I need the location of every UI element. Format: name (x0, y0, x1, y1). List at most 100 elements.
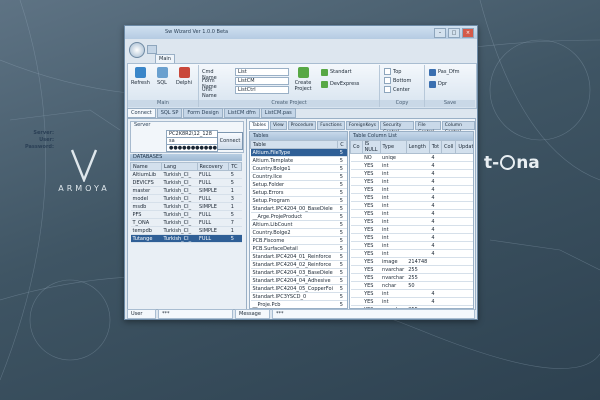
column-row-cell: int (380, 217, 407, 226)
database-row[interactable]: msdb Turkish_CI_ SIMPLE 1 (130, 202, 242, 211)
column-row-cell (350, 249, 363, 258)
table-row[interactable]: Altium.LibCount 5 (250, 220, 347, 229)
tab-view[interactable]: View (269, 121, 287, 130)
column-row[interactable]: YES int 4 (350, 249, 473, 258)
table-row[interactable]: Standart.IPC4204_03_BaseDiele 5 (250, 268, 347, 277)
table-row[interactable]: Country.Bolge1 5 (250, 164, 347, 173)
table-row-cell: Altium.Template (250, 156, 338, 165)
bottom-checkbox[interactable]: Bottom (384, 77, 411, 84)
table-row-cell: Setup.Program (250, 196, 338, 205)
column-row[interactable]: YESnvarchar255 (350, 265, 473, 274)
tab-listcm-dfm[interactable]: ListCM dfm (223, 108, 260, 118)
column-row-cell (441, 233, 456, 242)
tab-column-control[interactable]: Column Control (441, 121, 475, 135)
column-row[interactable]: YES int 4 (350, 297, 473, 306)
cmd-name-input[interactable]: List (235, 68, 289, 76)
column-row[interactable]: YES int 4 (350, 201, 473, 210)
quick-access-icon[interactable] (147, 45, 157, 54)
table-row[interactable]: Standart.IPC4204_04_Adhesive 5 (250, 276, 347, 285)
database-row[interactable]: PFS Turkish_CI_ FULL 5 (130, 210, 242, 219)
tab-sql-sp[interactable]: SQL SP (156, 108, 183, 118)
column-row[interactable]: YES int 4 (350, 193, 473, 202)
form-name-input[interactable]: ListCM (235, 77, 289, 85)
database-row[interactable]: Tutange Turkish_CI_ FULL 5 (130, 234, 242, 243)
table-row[interactable]: Standart.IPC4204_05_CopperFoi 5 (250, 284, 347, 293)
table-row[interactable]: Standart.IPC3YSCD_0 5 (250, 292, 347, 301)
table-row[interactable]: Setup.Folder 5 (250, 180, 347, 189)
column-row[interactable]: YES int 4 (350, 233, 473, 242)
table-row[interactable]: PCB.SurfaceDetail 5 (250, 244, 347, 253)
minimize-button[interactable]: – (434, 28, 446, 38)
table-row[interactable]: __Proje.Pcb 5 (250, 300, 347, 308)
column-row[interactable]: YES int 4 (350, 217, 473, 226)
create-project-button[interactable]: Create Project (291, 67, 315, 92)
standart-option[interactable]: Standart (321, 68, 352, 76)
table-row[interactable]: Standart.IPC4204_01_Reinforce 5 (250, 252, 347, 261)
sql-button[interactable]: SQL (153, 67, 171, 86)
column-row-cell: 50 (406, 281, 430, 290)
column-row[interactable]: YESnvarchar255 (350, 273, 473, 282)
table-row-cell: 5 (337, 268, 347, 277)
delphi-button[interactable]: Delphi (175, 67, 193, 86)
tab-listcm-pas[interactable]: ListCM.pas (260, 108, 296, 118)
pas-dfm-button[interactable]: Pas_Dfm (429, 68, 459, 76)
database-row[interactable]: master Turkish_CI_ SIMPLE 1 (130, 186, 242, 195)
tab-functions[interactable]: Functions (317, 121, 345, 130)
table-row-cell: Setup.Errors (250, 188, 338, 197)
column-row[interactable]: YES int 4 (350, 177, 473, 186)
refresh-button[interactable]: Refresh (131, 67, 150, 86)
table-row-cell: Standart.IPC4204_04_Adhesive (250, 276, 338, 285)
table-row[interactable]: Standart.IPC4204_02_Reinforce 5 (250, 260, 347, 269)
column-row-cell (455, 217, 473, 226)
devexpress-option[interactable]: DevExpress (321, 80, 359, 88)
dpr-button[interactable]: Dpr (429, 80, 447, 88)
database-row[interactable]: T_ONA Turkish_CI_ FULL 7 (130, 218, 242, 227)
column-row-cell (455, 249, 473, 258)
app-menu-orb[interactable] (129, 42, 145, 58)
database-row[interactable]: DEVICFS Turkish_CI_ FULL 5 (130, 178, 242, 187)
unit-name-input[interactable]: ListCtrl (235, 86, 289, 94)
tab-tables[interactable]: Tables (249, 121, 269, 130)
table-row[interactable]: PCB.Fiscome 5 (250, 236, 347, 245)
database-row[interactable]: tempdb Turkish_CI_ SIMPLE 1 (130, 226, 242, 235)
column-row[interactable]: YES int 4 (350, 225, 473, 234)
close-button[interactable]: × (462, 28, 474, 38)
table-row[interactable]: Setup.Errors 5 (250, 188, 347, 197)
column-row[interactable]: YES image 214748 (350, 257, 473, 266)
table-row[interactable]: Country.Ilce 5 (250, 172, 347, 181)
table-row[interactable]: __Arge.ProjeProduct 5 (250, 212, 347, 221)
center-checkbox[interactable]: Center (384, 86, 410, 93)
tab-file-control[interactable]: File Control (415, 121, 441, 135)
top-checkbox[interactable]: Top (384, 68, 401, 75)
column-row[interactable]: YES int 4 (350, 169, 473, 178)
table-row-cell: 5 (337, 196, 347, 205)
column-row[interactable]: YES int 4 (350, 161, 473, 170)
column-row[interactable]: NO uniqe 4 (350, 153, 473, 162)
tab-connect[interactable]: Connect (127, 108, 156, 118)
table-row[interactable]: Altium.Template 5 (250, 156, 347, 165)
connect-button[interactable]: Connect (217, 132, 243, 150)
tab-foreign-keys[interactable]: ForeignKeys (345, 121, 379, 130)
tab-form-design[interactable]: Form Design (183, 108, 223, 118)
column-row-cell (350, 289, 363, 298)
table-row-cell: 5 (337, 236, 347, 245)
tab-security-control[interactable]: Security Control (379, 121, 415, 135)
database-row[interactable]: AltiumLib Turkish_CI_ FULL 5 (130, 170, 242, 179)
column-row[interactable]: YES nchar 50 (350, 281, 473, 290)
password-input[interactable]: ●●●●●●●●●●● (166, 144, 218, 152)
column-row[interactable]: YES int 4 (350, 209, 473, 218)
table-row[interactable]: Setup.Program 5 (250, 196, 347, 205)
tab-procedure[interactable]: Procedure (287, 121, 317, 130)
status-bar: User *** Message *** (127, 309, 475, 319)
app-window: Sw Wizard Ver 1.0.0 Beta – □ × Main Refr… (25, 25, 478, 320)
column-row[interactable]: YES int 4 (350, 185, 473, 194)
table-row-cell: 5 (337, 172, 347, 181)
maximize-button[interactable]: □ (448, 28, 460, 38)
column-row-cell (350, 281, 363, 290)
table-row[interactable]: Altium.FileType 5 (250, 148, 347, 157)
table-row[interactable]: Standart.IPC4204_00_BaseDiele 5 (250, 204, 347, 213)
column-row[interactable]: YES int 4 (350, 241, 473, 250)
column-row[interactable]: YES int 4 (350, 289, 473, 298)
database-row[interactable]: model Turkish_CI_ FULL 3 (130, 194, 242, 203)
table-row[interactable]: Country.Bolge2 5 (250, 228, 347, 237)
